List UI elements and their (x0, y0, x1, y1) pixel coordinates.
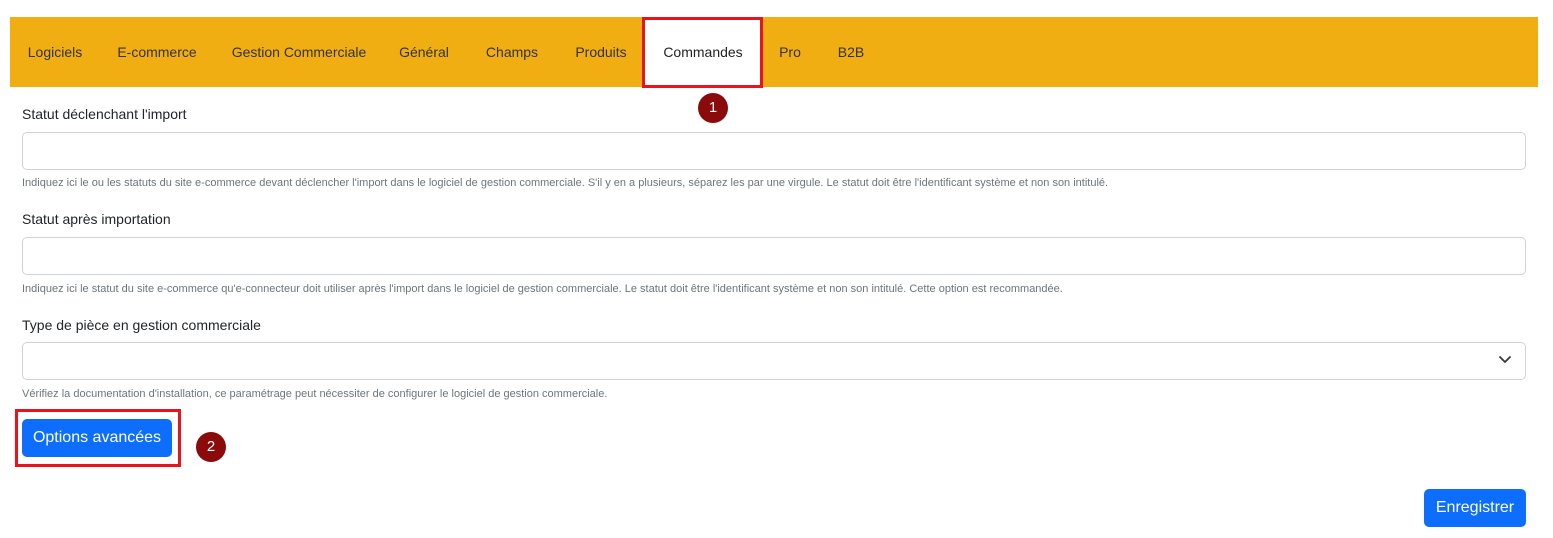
save-button[interactable]: Enregistrer (1424, 489, 1526, 527)
tab-pro[interactable]: Pro (768, 17, 812, 87)
document-type-select[interactable] (22, 342, 1526, 380)
after-import-status-help: Indiquez ici le statut du site e-commerc… (22, 283, 1063, 295)
step-marker-1: 1 (698, 93, 728, 123)
tab-produits[interactable]: Produits (560, 17, 642, 87)
tab-champs[interactable]: Champs (464, 17, 560, 87)
tab-logiciels[interactable]: Logiciels (10, 17, 100, 87)
after-import-status-input[interactable] (22, 237, 1526, 275)
advanced-options-button[interactable]: Options avancées (22, 419, 172, 457)
import-status-help: Indiquez ici le ou les statuts du site e… (22, 177, 1109, 189)
after-import-status-label: Statut après importation (22, 211, 171, 227)
chevron-down-icon (1499, 356, 1511, 363)
import-status-label: Statut déclenchant l'import (22, 106, 187, 122)
step-marker-2: 2 (196, 432, 226, 462)
tab-general[interactable]: Général (384, 17, 464, 87)
tab-b2b[interactable]: B2B (824, 17, 878, 87)
document-type-label: Type de pièce en gestion commerciale (22, 317, 261, 333)
import-status-input[interactable] (22, 132, 1526, 170)
document-type-help: Vérifiez la documentation d'installation… (22, 388, 608, 400)
tab-commandes[interactable]: Commandes (644, 17, 762, 87)
tab-gestion-commerciale[interactable]: Gestion Commerciale (214, 17, 384, 87)
tab-bar: Logiciels E-commerce Gestion Commerciale… (10, 17, 1538, 87)
tab-e-commerce[interactable]: E-commerce (100, 17, 214, 87)
